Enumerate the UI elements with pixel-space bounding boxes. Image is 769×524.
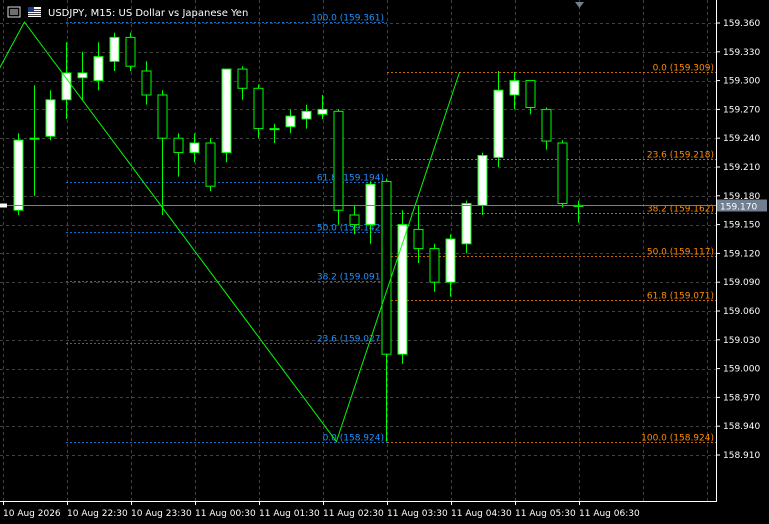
y-tick-label: 159.090 <box>723 278 760 288</box>
candle-body <box>509 80 520 96</box>
candle-body <box>493 89 504 158</box>
candle-body <box>77 72 88 79</box>
y-tick-label: 159.150 <box>723 221 760 231</box>
y-tick-label: 159.120 <box>723 249 760 259</box>
candle-body <box>45 99 56 137</box>
x-tick-label: 11 Aug 03:30 <box>387 509 448 519</box>
candle-body <box>301 110 312 120</box>
y-tick-label: 159.030 <box>723 336 760 346</box>
y-tick-label: 158.940 <box>723 422 760 432</box>
candle-body <box>525 80 536 108</box>
x-tick-label: 10 Aug 22:30 <box>67 509 128 519</box>
candle-body <box>269 128 280 131</box>
candle-body <box>13 139 24 211</box>
fib-right-level-label: 0.0 (159.309) <box>653 64 714 74</box>
x-tick-label: 11 Aug 01:30 <box>259 509 320 519</box>
candle-body <box>109 36 120 62</box>
fib-right-level-label: 50.0 (159.117) <box>647 248 714 258</box>
candle-body <box>557 142 568 204</box>
y-tick-label: 158.970 <box>723 393 760 403</box>
candle-body <box>381 180 392 355</box>
y-tick-label: 159.270 <box>723 105 760 115</box>
current-price-label: 159.170 <box>720 203 757 213</box>
y-tick-label: 159.210 <box>723 163 760 173</box>
fib-left-level-label: 61.8 (159.194) <box>317 174 384 184</box>
candle-body <box>125 36 136 67</box>
fib-left-level-label: 23.6 (159.027) <box>317 335 384 345</box>
x-tick-label: 10 Aug 23:30 <box>131 509 192 519</box>
bid-marker <box>0 203 7 208</box>
candle-body <box>461 202 472 245</box>
y-tick-label: 159.240 <box>723 134 760 144</box>
x-tick-label: 11 Aug 05:30 <box>515 509 576 519</box>
candle-body <box>413 228 424 250</box>
y-tick-label: 159.300 <box>723 77 760 87</box>
fib-right-level-label: 61.8 (159.071) <box>647 292 714 302</box>
candle-body <box>365 183 376 226</box>
y-tick-label: 159.360 <box>723 19 760 29</box>
candle-body <box>141 70 152 96</box>
flag-icon <box>28 7 41 17</box>
candle-body <box>445 238 456 283</box>
candle-body <box>205 142 216 187</box>
x-tick-label: 11 Aug 06:30 <box>579 509 640 519</box>
y-tick-label: 159.060 <box>723 307 760 317</box>
candle-body <box>221 68 232 154</box>
y-tick-label: 159.330 <box>723 48 760 58</box>
candle-body <box>237 68 248 89</box>
candle-body <box>317 108 328 115</box>
fib-right-level-label: 100.0 (158.924) <box>641 434 714 444</box>
candle-body <box>61 72 72 101</box>
candle-body <box>541 108 552 142</box>
fib-left-level-label: 100.0 (159.361) <box>311 14 384 24</box>
candle-body <box>157 94 168 139</box>
y-tick-label: 159.000 <box>723 365 760 375</box>
candle-body <box>429 248 440 283</box>
candle-body <box>93 56 104 82</box>
price-chart[interactable]: 100.0 (159.361) 61.8 (159.194) 50.0 (159.1… <box>0 0 769 524</box>
candle-body <box>285 115 296 128</box>
x-tick-label: 11 Aug 04:30 <box>451 509 512 519</box>
candle-body <box>333 110 344 211</box>
fib-right-level-label: 23.6 (159.218) <box>647 151 714 161</box>
candle-body <box>349 214 360 226</box>
candle-body <box>253 87 264 130</box>
candle-body <box>173 137 184 154</box>
x-tick-label: 10 Aug 2026 <box>3 509 61 519</box>
candle-body <box>477 154 488 206</box>
y-tick-label: 158.910 <box>723 451 760 461</box>
candle-body <box>29 137 40 140</box>
x-tick-label: 11 Aug 00:30 <box>195 509 256 519</box>
fib-left-level-label: 38.2 (159.091) <box>317 273 384 283</box>
candle-body <box>189 142 200 154</box>
x-tick-label: 11 Aug 02:30 <box>323 509 384 519</box>
chart-title: USDJPY, M15: US Dollar vs Japanese Yen <box>48 8 248 19</box>
